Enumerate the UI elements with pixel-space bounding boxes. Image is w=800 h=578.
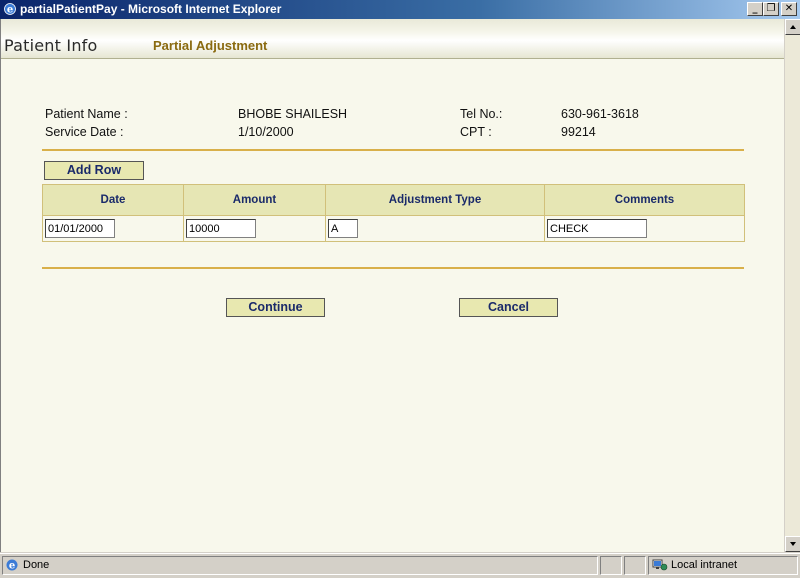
status-pane: e Done [2, 556, 598, 575]
divider-top [42, 149, 744, 151]
scroll-up-button[interactable] [785, 19, 800, 35]
scroll-down-button[interactable] [785, 536, 800, 552]
amount-input[interactable] [186, 219, 256, 239]
continue-button[interactable]: Continue [226, 298, 325, 317]
page-content: Patient Info Partial Adjustment Patient … [0, 19, 784, 552]
patient-name-label: Patient Name : [45, 107, 128, 121]
minimize-icon: _ [752, 3, 758, 14]
tel-value: 630-961-3618 [561, 107, 639, 121]
column-header-date: Date [42, 184, 184, 216]
add-row-button[interactable]: Add Row [44, 161, 144, 180]
patient-name-value: BHOBE SHAILESH [238, 107, 348, 121]
adjustment-type-cell [325, 215, 545, 242]
done-icon: e [5, 558, 19, 578]
comments-cell [544, 215, 745, 242]
status-pane-empty-1 [600, 556, 622, 575]
svg-text:e: e [7, 5, 13, 16]
date-cell [42, 215, 184, 242]
amount-cell [183, 215, 326, 242]
status-bar: e Done Local intranet [0, 553, 800, 576]
minimize-button[interactable]: _ [747, 2, 763, 16]
ie-icon: e [3, 2, 17, 16]
zone-pane: Local intranet [648, 556, 798, 575]
page-title: Patient Info [4, 36, 98, 55]
restore-icon: ❐ [766, 3, 776, 14]
status-pane-empty-2 [624, 556, 646, 575]
date-input[interactable] [45, 219, 115, 239]
cpt-value: 99214 [561, 125, 596, 139]
status-text: Done [23, 559, 50, 571]
arrow-up-icon [790, 25, 796, 29]
arrow-down-icon [790, 542, 796, 546]
comments-input[interactable] [547, 219, 647, 239]
column-header-adjustment-type: Adjustment Type [325, 184, 545, 216]
title-bar: e partialPatientPay - Microsoft Internet… [0, 0, 800, 19]
table-header-row: Date Amount Adjustment Type Comments [42, 184, 745, 216]
column-header-comments: Comments [544, 184, 745, 216]
zone-text: Local intranet [671, 559, 738, 571]
service-date-value: 1/10/2000 [238, 125, 294, 139]
cpt-label: CPT : [460, 125, 492, 139]
table-row [42, 215, 745, 242]
browser-window: e partialPatientPay - Microsoft Internet… [0, 0, 800, 576]
close-button[interactable]: ✕ [781, 2, 797, 16]
service-date-label: Service Date : [45, 125, 124, 139]
close-icon: ✕ [784, 3, 794, 14]
divider-bottom [42, 267, 744, 269]
cancel-button[interactable]: Cancel [459, 298, 558, 317]
column-header-amount: Amount [183, 184, 326, 216]
restore-button[interactable]: ❐ [763, 2, 779, 16]
tel-label: Tel No.: [460, 107, 503, 121]
page-header: Patient Info Partial Adjustment [1, 19, 784, 59]
intranet-icon [652, 558, 668, 578]
vertical-scrollbar[interactable] [784, 19, 800, 552]
window-title: partialPatientPay - Microsoft Internet E… [20, 2, 282, 16]
svg-text:e: e [9, 561, 15, 572]
page-subtitle: Partial Adjustment [153, 38, 268, 53]
adjustment-table: Date Amount Adjustment Type Comments [42, 184, 745, 242]
adjustment-type-input[interactable] [328, 219, 358, 239]
